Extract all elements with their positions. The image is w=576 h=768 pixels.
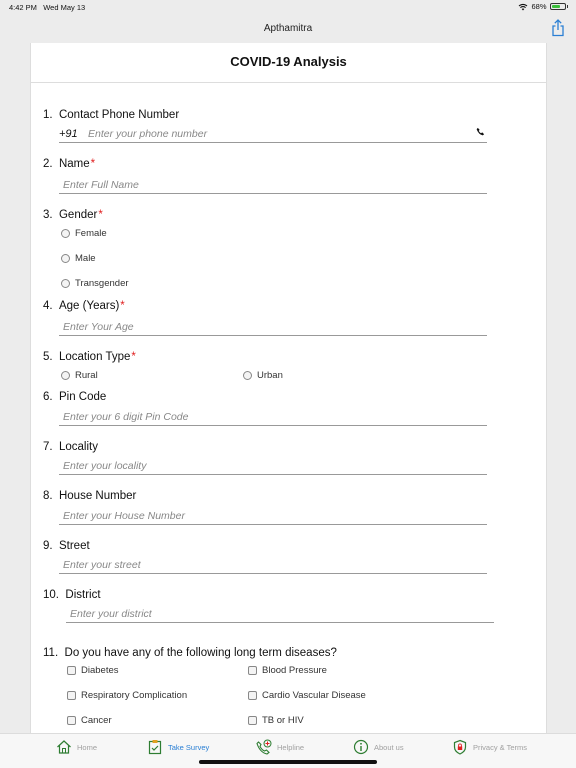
checkbox[interactable]	[67, 716, 76, 725]
status-bar: 4:42 PM Wed May 13 68%	[0, 0, 576, 14]
checkbox[interactable]	[248, 716, 257, 725]
question-district-label: 10. District	[43, 589, 101, 601]
survey-card: COVID-19 Analysis 1. Contact Phone Numbe…	[30, 43, 547, 733]
wifi-icon	[519, 3, 528, 10]
checkbox[interactable]	[248, 666, 257, 675]
checkbox[interactable]	[67, 666, 76, 675]
tab-home-label: Home	[77, 742, 98, 752]
age-placeholder: Enter Your Age	[63, 321, 134, 333]
phone-placeholder: Enter your phone number	[88, 128, 208, 140]
street-placeholder: Enter your street	[63, 559, 141, 571]
location-option-rural[interactable]: Rural	[61, 370, 98, 381]
info-icon	[353, 739, 369, 755]
disease-option-tb-hiv[interactable]: TB or HIV	[248, 715, 304, 726]
district-field[interactable]: Enter your district	[66, 605, 494, 623]
status-time: 4:42 PM Wed May 13	[9, 3, 86, 12]
app-title: Apthamitra	[263, 23, 313, 34]
question-phone-label: 1. Contact Phone Number	[43, 109, 180, 121]
house-number-field[interactable]: Enter your House Number	[59, 507, 487, 525]
share-icon[interactable]	[550, 19, 566, 37]
pincode-placeholder: Enter your 6 digit Pin Code	[63, 411, 189, 423]
gender-option-male[interactable]: Male	[61, 253, 96, 264]
question-name-label: 2. Name*	[43, 158, 96, 170]
tab-helpline-label: Helpline	[277, 742, 305, 752]
survey-icon	[148, 740, 162, 755]
tab-home[interactable]: Home	[56, 739, 97, 755]
country-code: +91	[59, 128, 78, 140]
house-number-placeholder: Enter your House Number	[63, 510, 185, 522]
gender-option-transgender[interactable]: Transgender	[61, 278, 129, 289]
phone-field[interactable]: +91 Enter your phone number	[59, 125, 487, 143]
locality-field[interactable]: Enter your locality	[59, 457, 487, 475]
radio-button[interactable]	[61, 279, 70, 288]
radio-button[interactable]	[243, 371, 252, 380]
tab-take-survey-label: Take Survey	[168, 742, 210, 752]
question-street-label: 9. Street	[43, 540, 90, 552]
radio-button[interactable]	[61, 229, 70, 238]
shield-icon	[453, 739, 467, 755]
disease-option-diabetes[interactable]: Diabetes	[67, 665, 119, 676]
question-gender-label: 3. Gender*	[43, 209, 103, 221]
tab-helpline[interactable]: Helpline	[256, 739, 304, 755]
locality-placeholder: Enter your locality	[63, 460, 147, 472]
phone-icon	[256, 739, 272, 755]
question-house-number-label: 8. House Number	[43, 490, 137, 502]
radio-button[interactable]	[61, 371, 70, 380]
nav-bar: Apthamitra	[0, 14, 576, 43]
battery-percent: 68%	[531, 2, 547, 11]
question-location-type-label: 5. Location Type*	[43, 351, 136, 363]
status-indicators: 68%	[518, 2, 568, 11]
tab-privacy-terms[interactable]: Privacy & Terms	[452, 739, 527, 755]
district-placeholder: Enter your district	[70, 608, 152, 620]
gender-option-female[interactable]: Female	[61, 228, 107, 239]
disease-option-cancer[interactable]: Cancer	[67, 715, 112, 726]
age-field[interactable]: Enter Your Age	[59, 318, 487, 336]
street-field[interactable]: Enter your street	[59, 556, 487, 574]
question-locality-label: 7. Locality	[43, 441, 98, 453]
pincode-field[interactable]: Enter your 6 digit Pin Code	[59, 408, 487, 426]
home-icon	[57, 740, 71, 754]
disease-option-cardio-vascular[interactable]: Cardio Vascular Disease	[248, 690, 366, 701]
name-field[interactable]: Enter Full Name	[59, 176, 487, 194]
question-pincode-label: 6. Pin Code	[43, 391, 107, 403]
checkbox[interactable]	[67, 691, 76, 700]
tab-privacy-terms-label: Privacy & Terms	[473, 742, 528, 752]
disease-option-blood-pressure[interactable]: Blood Pressure	[248, 665, 327, 676]
question-diseases-label: 11. Do you have any of the following lon…	[43, 647, 337, 659]
battery-icon	[549, 3, 566, 10]
tab-about-us[interactable]: About us	[353, 739, 404, 755]
tab-about-us-label: About us	[374, 742, 404, 752]
name-placeholder: Enter Full Name	[63, 179, 139, 191]
home-indicator[interactable]	[199, 760, 377, 764]
checkbox[interactable]	[248, 691, 257, 700]
radio-button[interactable]	[61, 254, 70, 263]
disease-option-respiratory[interactable]: Respiratory Complication	[67, 690, 187, 701]
location-option-urban[interactable]: Urban	[243, 370, 283, 381]
tab-take-survey[interactable]: Take Survey	[147, 739, 209, 755]
question-age-label: 4. Age (Years)*	[43, 300, 125, 312]
phone-icon	[476, 127, 485, 136]
form-title: COVID-19 Analysis	[31, 43, 546, 83]
